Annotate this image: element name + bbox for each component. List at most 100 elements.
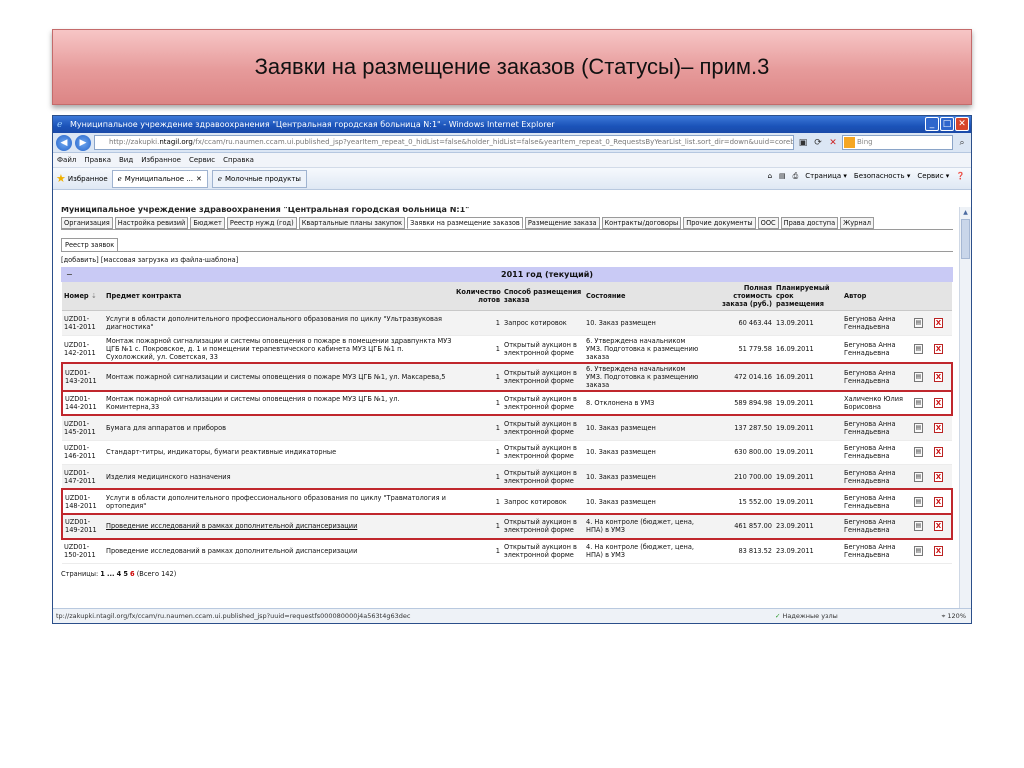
stop-icon[interactable]: ✕	[827, 137, 839, 149]
tab-needs-registry[interactable]: Реестр нужд (год)	[226, 217, 297, 229]
edit-icon[interactable]: ▤	[914, 496, 923, 507]
edit-icon[interactable]: ▤	[914, 343, 923, 354]
cell-number[interactable]: UZD01-144-2011	[61, 389, 104, 417]
tab-journal[interactable]: Журнал	[840, 217, 874, 229]
menu-favorites[interactable]: Избранное	[141, 156, 181, 164]
tab-other-documents[interactable]: Прочие документы	[683, 217, 756, 229]
home-icon[interactable]: ⌂	[768, 172, 772, 181]
menu-edit[interactable]: Правка	[84, 156, 111, 164]
delete-icon[interactable]: X	[934, 496, 943, 507]
menu-view[interactable]: Вид	[119, 156, 133, 164]
tab-order-placement[interactable]: Размещение заказа	[524, 217, 600, 229]
page-menu[interactable]: Страница ▾	[805, 172, 847, 181]
edit-icon[interactable]: ▤	[914, 398, 923, 409]
tab-close-icon[interactable]: ✕	[196, 175, 202, 183]
edit-icon[interactable]: ▤	[914, 546, 923, 557]
table-row[interactable]: UZD01-141-2011 Услуги в области дополнит…	[62, 310, 952, 336]
cell-number[interactable]: UZD01-145-2011	[62, 415, 104, 441]
cell-number[interactable]: UZD01-150-2011	[62, 538, 104, 564]
tools-menu[interactable]: Сервис ▾	[917, 172, 949, 181]
col-date[interactable]: Планируемый срок размещения	[774, 282, 842, 311]
delete-icon[interactable]: X	[934, 343, 943, 354]
collapse-icon[interactable]: −	[66, 270, 73, 279]
col-state[interactable]: Состояние	[584, 282, 704, 311]
tab-access-rights[interactable]: Права доступа	[780, 217, 839, 229]
table-row[interactable]: UZD01-142-2011 Монтаж пожарной сигнализа…	[62, 335, 952, 364]
col-cost[interactable]: Полная стоимость заказа (руб.)	[704, 282, 774, 311]
edit-icon[interactable]: ▤	[914, 317, 923, 328]
delete-icon[interactable]: X	[934, 521, 943, 532]
menu-file[interactable]: Файл	[57, 156, 76, 164]
tab-contracts[interactable]: Контракты/договоры	[601, 217, 682, 229]
cell-subject[interactable]: Проведение исследований в рамках дополни…	[104, 513, 454, 540]
table-row[interactable]: UZD01-150-2011 Проведение исследований в…	[62, 538, 952, 564]
search-icon[interactable]: ⌕	[956, 137, 968, 149]
table-row[interactable]: UZD01-147-2011 Изделия медицинского назн…	[62, 464, 952, 490]
tab-revision-settings[interactable]: Настройка ревизий	[114, 217, 189, 229]
cell-number[interactable]: UZD01-149-2011	[61, 513, 104, 540]
edit-icon[interactable]: ▤	[914, 447, 923, 458]
cell-number[interactable]: UZD01-142-2011	[62, 335, 104, 364]
table-row[interactable]: UZD01-144-2011 Монтаж пожарной сигнализа…	[61, 389, 953, 417]
year-group-header[interactable]: − 2011 год (текущий)	[61, 267, 953, 282]
delete-icon[interactable]: X	[934, 398, 943, 409]
delete-icon[interactable]: X	[934, 422, 943, 433]
delete-icon[interactable]: X	[934, 546, 943, 557]
scroll-thumb[interactable]	[961, 219, 970, 259]
bulk-upload-link[interactable]: [массовая загрузка из файла-шаблона]	[101, 256, 238, 264]
tab-budget[interactable]: Бюджет	[190, 217, 225, 229]
col-method[interactable]: Способ размещения заказа	[502, 282, 584, 311]
page-link-first[interactable]: 1	[100, 570, 105, 578]
tab-order-requests[interactable]: Заявки на размещение заказов	[407, 217, 523, 229]
back-button[interactable]: ◀	[56, 134, 72, 151]
subtab-requests-registry[interactable]: Реестр заявок	[61, 238, 119, 251]
delete-icon[interactable]: X	[934, 371, 943, 382]
menu-tools[interactable]: Сервис	[189, 156, 215, 164]
table-row[interactable]: UZD01-143-2011 Монтаж пожарной сигнализа…	[61, 361, 953, 392]
safety-menu[interactable]: Безопасность ▾	[854, 172, 910, 181]
security-zone[interactable]: ✓ Надежные узлы	[775, 612, 838, 620]
compat-view-icon[interactable]: ▣	[797, 137, 809, 149]
rss-icon[interactable]: ▤	[779, 172, 786, 181]
print-icon[interactable]: ⎙	[793, 172, 799, 181]
col-lots[interactable]: Количество лотов	[454, 282, 502, 311]
edit-icon[interactable]: ▤	[914, 521, 923, 532]
table-row[interactable]: UZD01-149-2011 Проведение исследований в…	[61, 513, 953, 540]
add-link[interactable]: [добавить]	[61, 256, 99, 264]
sort-down-icon[interactable]: ⇣	[91, 292, 97, 300]
edit-icon[interactable]: ▤	[914, 422, 923, 433]
edit-icon[interactable]: ▤	[914, 471, 923, 482]
cell-number[interactable]: UZD01-147-2011	[62, 464, 104, 490]
cell-number[interactable]: UZD01-141-2011	[62, 310, 104, 336]
tab-municipal[interactable]: ℯ Муниципальное ... ✕	[111, 169, 208, 188]
minimize-button[interactable]: _	[925, 117, 939, 131]
help-icon[interactable]: ❓	[956, 172, 965, 181]
cell-number[interactable]: UZD01-148-2011	[61, 488, 104, 516]
search-input[interactable]: Bing	[842, 135, 953, 150]
page-link-5[interactable]: 5	[123, 570, 128, 578]
refresh-icon[interactable]: ⟳	[812, 137, 824, 149]
cell-number[interactable]: UZD01-143-2011	[61, 361, 104, 392]
tab-oos[interactable]: ООС	[757, 217, 779, 229]
col-subject[interactable]: Предмет контракта	[104, 282, 454, 311]
zoom-level[interactable]: ⌖ 120%	[942, 612, 966, 621]
url-input[interactable]: http://zakupki.ntagil.org/fx/ccam/ru.nau…	[94, 135, 794, 150]
page-link-4[interactable]: 4	[117, 570, 122, 578]
tab-dairy[interactable]: ℯ Молочные продукты	[211, 169, 307, 188]
maximize-button[interactable]: □	[940, 117, 954, 131]
edit-icon[interactable]: ▤	[914, 371, 923, 382]
delete-icon[interactable]: X	[934, 471, 943, 482]
col-number[interactable]: Номер ⇣	[62, 282, 104, 311]
table-row[interactable]: UZD01-148-2011 Услуги в области дополнит…	[61, 488, 953, 516]
scroll-up-icon[interactable]: ▲	[960, 207, 971, 218]
vertical-scrollbar[interactable]: ▲	[959, 207, 971, 610]
col-author[interactable]: Автор	[842, 282, 912, 311]
forward-button[interactable]: ▶	[75, 134, 91, 151]
close-window-button[interactable]: ✕	[955, 117, 969, 131]
tab-quarterly-plans[interactable]: Квартальные планы закупок	[298, 217, 406, 229]
tab-organization[interactable]: Организация	[61, 217, 113, 229]
cell-number[interactable]: UZD01-146-2011	[62, 440, 104, 466]
menu-help[interactable]: Справка	[223, 156, 254, 164]
table-row[interactable]: UZD01-146-2011 Стандарт-титры, индикатор…	[62, 440, 952, 466]
table-row[interactable]: UZD01-145-2011 Бумага для аппаратов и пр…	[62, 415, 952, 441]
